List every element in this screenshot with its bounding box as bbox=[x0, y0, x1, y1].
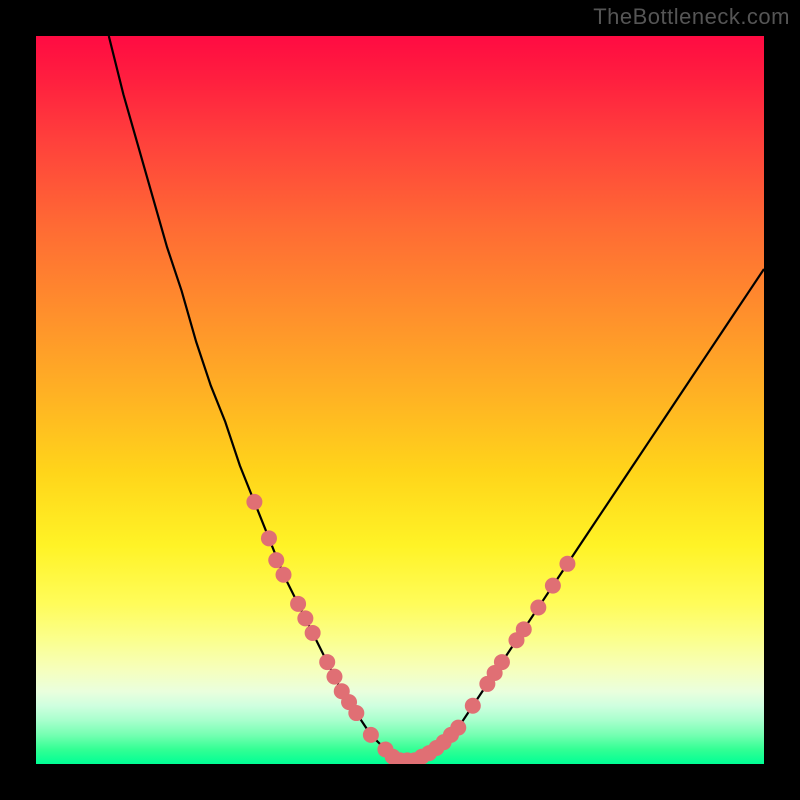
plot-area bbox=[36, 36, 764, 764]
curve-marker bbox=[348, 705, 364, 721]
curve-markers bbox=[246, 494, 575, 764]
curve-marker bbox=[450, 720, 466, 736]
curve-marker bbox=[494, 654, 510, 670]
curve-marker bbox=[246, 494, 262, 510]
curve-marker bbox=[530, 599, 546, 615]
curve-marker bbox=[305, 625, 321, 641]
curve-marker bbox=[290, 596, 306, 612]
curve-marker bbox=[276, 567, 292, 583]
curve-marker bbox=[545, 578, 561, 594]
curve-marker bbox=[319, 654, 335, 670]
curve-marker bbox=[268, 552, 284, 568]
curve-marker bbox=[465, 698, 481, 714]
curve-marker bbox=[516, 621, 532, 637]
curve-marker bbox=[261, 530, 277, 546]
watermark-text: TheBottleneck.com bbox=[593, 4, 790, 30]
curve-marker bbox=[363, 727, 379, 743]
chart-frame: TheBottleneck.com bbox=[0, 0, 800, 800]
curve-marker bbox=[297, 610, 313, 626]
curve-svg bbox=[36, 36, 764, 764]
curve-marker bbox=[559, 556, 575, 572]
bottleneck-curve bbox=[109, 36, 764, 760]
curve-marker bbox=[326, 669, 342, 685]
